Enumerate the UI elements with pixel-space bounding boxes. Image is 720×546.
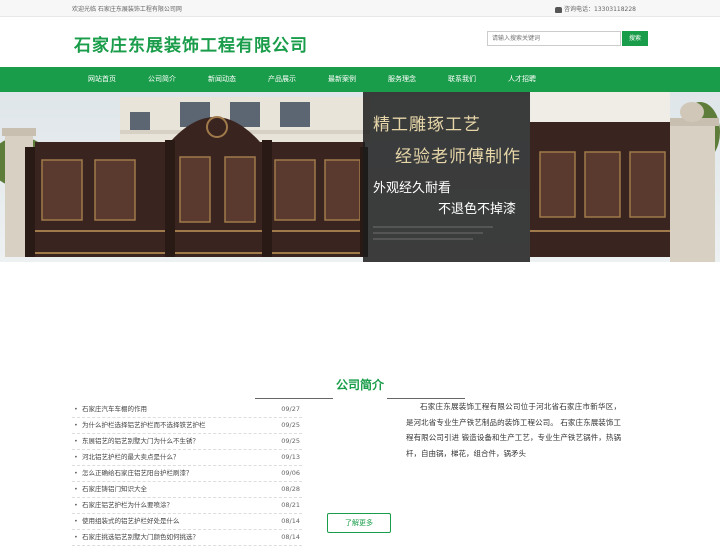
nav-item-products[interactable]: 产品展示 bbox=[252, 67, 312, 92]
banner-tagline-1: 外观经久耐看 bbox=[373, 181, 452, 196]
bullet-icon: • bbox=[74, 421, 78, 429]
news-date: 09/06 bbox=[281, 469, 300, 477]
news-date: 09/27 bbox=[281, 405, 300, 413]
title-divider-left bbox=[255, 398, 333, 399]
bullet-icon: • bbox=[74, 469, 78, 477]
nav-item-about[interactable]: 公司简介 bbox=[132, 67, 192, 92]
hero-banner[interactable]: 精工雕琢工艺 经验老师傅制作 外观经久耐看 不退色不掉漆 bbox=[0, 92, 720, 262]
news-date: 09/25 bbox=[281, 437, 300, 445]
bullet-icon: • bbox=[74, 517, 78, 525]
news-item[interactable]: • 石家庄铸铝门知识大全 08/28 bbox=[72, 482, 302, 498]
nav-item-home[interactable]: 网站首页 bbox=[72, 67, 132, 92]
about-text: 石家庄东展装饰工程有限公司位于河北省石家庄市新华区，是河北省专业生产铁艺制品的装… bbox=[406, 402, 621, 458]
phone-label: 咨询电话：13303118228 bbox=[564, 6, 636, 13]
banner-tagline-2: 不退色不掉漆 bbox=[438, 202, 517, 217]
news-item[interactable]: • 河北铝艺护栏的最大卖点是什么？ 09/13 bbox=[72, 450, 302, 466]
bullet-icon: • bbox=[74, 405, 78, 413]
news-title[interactable]: 使用组装式的铝艺护栏好处是什么 bbox=[82, 514, 180, 529]
banner-headline-1: 精工雕琢工艺 bbox=[373, 115, 481, 135]
news-list: • 石家庄汽车车棚的作用 09/27 • 为什么护栏选择铝艺护栏而不选择铁艺护栏 09/… bbox=[72, 402, 302, 546]
phone-icon bbox=[555, 6, 562, 13]
news-title[interactable]: 石家庄汽车车棚的作用 bbox=[82, 402, 147, 417]
gate-illustration bbox=[0, 92, 720, 262]
banner-headline-2: 经验老师傅制作 bbox=[395, 147, 521, 167]
bullet-icon: • bbox=[74, 485, 78, 493]
welcome-text: 欢迎光临 石家庄东展装饰工程有限公司网 bbox=[72, 6, 182, 13]
bullet-icon: • bbox=[74, 453, 78, 461]
news-item[interactable]: • 东展铝艺的铝艺别墅大门为什么不生锈？ 09/25 bbox=[72, 434, 302, 450]
news-date: 08/28 bbox=[281, 485, 300, 493]
search-button[interactable]: 搜索 bbox=[622, 31, 648, 46]
company-logo[interactable]: 石家庄东展装饰工程有限公司 bbox=[74, 31, 308, 56]
news-title[interactable]: 石家庄挑选铝艺别墅大门颜色如何挑选？ bbox=[82, 530, 199, 545]
news-title[interactable]: 石家庄铝艺护栏为什么要喷涂？ bbox=[82, 498, 173, 513]
learn-more-button[interactable]: 了解更多 bbox=[327, 513, 391, 533]
about-section-title: 公司简介 bbox=[335, 378, 384, 392]
news-title[interactable]: 怎么正确给石家庄铝艺阳台护栏刷漆？ bbox=[82, 466, 193, 481]
nav-item-jobs[interactable]: 人才招聘 bbox=[492, 67, 552, 92]
news-title[interactable]: 石家庄铸铝门知识大全 bbox=[82, 482, 147, 497]
news-date: 09/25 bbox=[281, 421, 300, 429]
news-date: 09/13 bbox=[281, 453, 300, 461]
bullet-icon: • bbox=[74, 533, 78, 541]
site-header: 石家庄东展装饰工程有限公司 搜索 bbox=[0, 17, 720, 67]
news-date: 08/21 bbox=[281, 501, 300, 509]
news-title[interactable]: 河北铝艺护栏的最大卖点是什么？ bbox=[82, 450, 180, 465]
news-title[interactable]: 为什么护栏选择铝艺护栏而不选择铁艺护栏 bbox=[82, 418, 206, 433]
nav-item-contact[interactable]: 联系我们 bbox=[432, 67, 492, 92]
news-item[interactable]: • 石家庄汽车车棚的作用 09/27 bbox=[72, 402, 302, 418]
news-item[interactable]: • 石家庄挑选铝艺别墅大门颜色如何挑选？ 08/14 bbox=[72, 530, 302, 546]
news-item[interactable]: • 怎么正确给石家庄铝艺阳台护栏刷漆？ 09/06 bbox=[72, 466, 302, 482]
news-item[interactable]: • 为什么护栏选择铝艺护栏而不选择铁艺护栏 09/25 bbox=[72, 418, 302, 434]
news-item[interactable]: • 使用组装式的铝艺护栏好处是什么 08/14 bbox=[72, 514, 302, 530]
nav-item-service[interactable]: 服务理念 bbox=[372, 67, 432, 92]
top-bar: 欢迎光临 石家庄东展装饰工程有限公司网 咨询电话：13303118228 bbox=[0, 0, 720, 17]
nav-item-news[interactable]: 新闻动态 bbox=[192, 67, 252, 92]
search-input[interactable] bbox=[487, 31, 621, 46]
phone-contact: 咨询电话：13303118228 bbox=[555, 4, 636, 13]
main-nav: 网站首页 公司简介 新闻动态 产品展示 最新案例 服务理念 联系我们 人才招聘 bbox=[0, 67, 720, 92]
news-date: 08/14 bbox=[281, 533, 300, 541]
bullet-icon: • bbox=[74, 437, 78, 445]
news-date: 08/14 bbox=[281, 517, 300, 525]
bullet-icon: • bbox=[74, 501, 78, 509]
news-item[interactable]: • 石家庄铝艺护栏为什么要喷涂？ 08/21 bbox=[72, 498, 302, 514]
news-title[interactable]: 东展铝艺的铝艺别墅大门为什么不生锈？ bbox=[82, 434, 199, 449]
nav-item-cases[interactable]: 最新案例 bbox=[312, 67, 372, 92]
